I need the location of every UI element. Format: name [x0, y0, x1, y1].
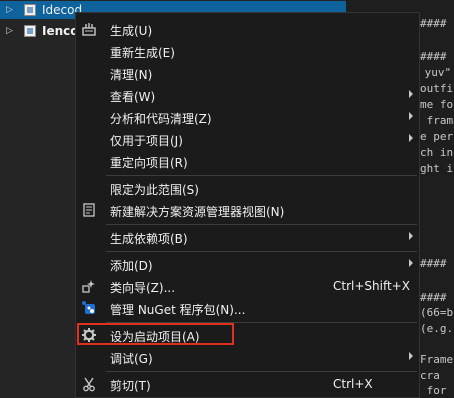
scissors-icon	[81, 376, 97, 392]
project-icon	[24, 4, 36, 16]
expand-arrow-icon[interactable]: ▷	[6, 5, 14, 15]
code-line: ch in	[420, 146, 454, 159]
code-line: ####	[420, 257, 447, 270]
code-line: (66=b	[420, 306, 454, 319]
menu-item-cut[interactable]: 剪切(T) Ctrl+X	[76, 373, 419, 395]
menu-item-label: 仅用于项目(J)	[110, 134, 183, 148]
code-line: cra	[420, 369, 440, 382]
submenu-arrow-icon	[409, 112, 413, 120]
menu-item-label: 限定为此范围(S)	[110, 183, 199, 197]
menu-item-view[interactable]: 查看(W)	[76, 84, 419, 106]
menu-item-project-only[interactable]: 仅用于项目(J)	[76, 128, 419, 150]
menu-item-label: 分析和代码清理(Z)	[110, 112, 212, 126]
code-line: yuv"	[418, 66, 452, 79]
menu-item-analyze[interactable]: 分析和代码清理(Z)	[76, 106, 419, 128]
code-line: for	[420, 384, 447, 397]
menu-item-retarget[interactable]: 重定向项目(R)	[76, 150, 419, 172]
code-line: ####	[420, 291, 447, 304]
menu-item-label: 管理 NuGet 程序包(N)...	[110, 303, 246, 317]
code-line: me fo	[420, 98, 454, 111]
menu-item-shortcut: Ctrl+X	[333, 377, 373, 391]
code-line: Frame	[420, 353, 454, 366]
menu-item-label: 清理(N)	[110, 68, 153, 82]
context-menu: 生成(U) 重新生成(E) 清理(N) 查看(W) 分析和代码清理(Z) 仅用于…	[75, 12, 420, 398]
menu-separator	[106, 224, 417, 225]
menu-item-label: 生成(U)	[110, 24, 153, 38]
menu-item-label: 类向导(Z)...	[110, 281, 176, 295]
tree-item-label: Ienco	[42, 24, 79, 38]
menu-item-label: 新建解决方案资源管理器视图(N)	[110, 205, 285, 219]
highlight-box	[77, 323, 234, 345]
code-line: e per	[420, 130, 454, 143]
code-line: (e.g.	[420, 322, 454, 335]
project-icon	[24, 25, 36, 37]
menu-item-rebuild[interactable]: 重新生成(E)	[76, 40, 419, 62]
menu-separator	[106, 371, 417, 372]
submenu-arrow-icon	[409, 259, 413, 267]
expand-arrow-icon[interactable]: ▷	[6, 26, 14, 36]
submenu-arrow-icon	[409, 134, 413, 142]
code-line: fram	[420, 114, 454, 127]
class-wizard-icon	[81, 278, 97, 294]
menu-item-label: 查看(W)	[110, 90, 156, 104]
menu-separator	[106, 251, 417, 252]
menu-item-build[interactable]: 生成(U)	[76, 18, 419, 40]
menu-item-label: 生成依赖项(B)	[110, 232, 188, 246]
menu-item-shortcut: Ctrl+Shift+X	[333, 279, 410, 293]
menu-item-class-wizard[interactable]: 类向导(Z)... Ctrl+Shift+X	[76, 275, 419, 297]
new-view-icon	[81, 202, 97, 218]
menu-item-label: 重定向项目(R)	[110, 156, 188, 170]
menu-separator	[106, 175, 417, 176]
code-line: ####	[420, 50, 447, 63]
code-line: ght i	[420, 162, 454, 175]
submenu-arrow-icon	[409, 232, 413, 240]
menu-item-build-dependencies[interactable]: 生成依赖项(B)	[76, 226, 419, 248]
build-icon	[81, 21, 97, 37]
menu-item-debug[interactable]: 调试(G)	[76, 346, 419, 368]
menu-item-new-explorer-view[interactable]: 新建解决方案资源管理器视图(N)	[76, 199, 419, 221]
menu-item-add[interactable]: 添加(D)	[76, 253, 419, 275]
submenu-arrow-icon	[409, 352, 413, 360]
menu-item-label: 调试(G)	[110, 352, 153, 366]
nuget-icon	[81, 300, 97, 316]
menu-item-scope-to-this[interactable]: 限定为此范围(S)	[76, 177, 419, 199]
menu-item-label: 添加(D)	[110, 259, 153, 273]
menu-item-label: 剪切(T)	[110, 379, 151, 393]
menu-item-manage-nuget[interactable]: 管理 NuGet 程序包(N)...	[76, 297, 419, 319]
code-line: ####	[420, 17, 447, 30]
menu-item-label: 重新生成(E)	[110, 46, 175, 60]
code-line: outfi	[420, 82, 454, 95]
submenu-arrow-icon	[409, 90, 413, 98]
menu-item-clean[interactable]: 清理(N)	[76, 62, 419, 84]
